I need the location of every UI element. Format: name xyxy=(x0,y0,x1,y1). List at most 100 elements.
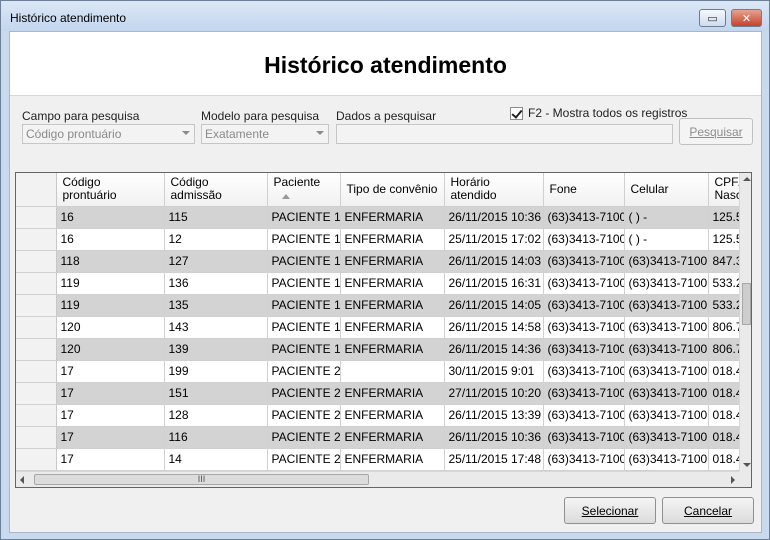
row-header[interactable] xyxy=(16,338,57,361)
scroll-left-icon[interactable] xyxy=(20,476,24,484)
table-cell: ENFERMARIA xyxy=(340,228,445,251)
table-row[interactable]: 17 151 PACIENTE 2 ENFERMARIA 27/11/2015 10:2… xyxy=(16,382,751,405)
table-cell: 119 xyxy=(56,294,165,317)
scroll-right-icon[interactable] xyxy=(731,476,735,484)
table-cell: ENFERMARIA xyxy=(340,294,445,317)
row-header[interactable] xyxy=(16,294,57,317)
results-grid[interactable]: Código prontuário Código admissão Pacien… xyxy=(15,172,752,488)
column-header[interactable]: Horário atendido xyxy=(444,173,544,207)
header-row: Código prontuário Código admissão Pacien… xyxy=(16,173,751,207)
table-row[interactable]: 119 135 PACIENTE 11 ENFERMARIA 26/11/2015 14… xyxy=(16,294,751,317)
cancel-button-label: Cancelar xyxy=(683,503,733,518)
column-header[interactable]: Código prontuário xyxy=(56,173,165,207)
table-cell: 120 xyxy=(56,338,165,361)
table-cell: 26/11/2015 13:39 xyxy=(444,404,544,427)
table-cell: (63)3413-7100 xyxy=(543,360,625,383)
row-header[interactable] xyxy=(16,426,57,449)
column-header-paciente[interactable]: Paciente xyxy=(267,173,341,207)
cancel-button[interactable]: Cancelar xyxy=(662,497,754,524)
table-cell: (63)3413-7100 xyxy=(543,404,625,427)
table-cell: ENFERMARIA xyxy=(340,448,445,471)
table-cell: (63)3413-7100 xyxy=(543,426,625,449)
row-header[interactable] xyxy=(16,316,57,339)
table-cell: PACIENTE 2 xyxy=(267,426,341,449)
table-cell: (63)3413-7100 xyxy=(624,294,709,317)
modelo-select[interactable]: Exatamente xyxy=(201,124,329,144)
table-cell: (63)3413-7100 xyxy=(543,250,625,273)
search-button[interactable]: Pesquisar xyxy=(679,118,753,145)
row-header[interactable] xyxy=(16,382,57,405)
column-header[interactable]: Celular xyxy=(624,173,709,207)
table-row[interactable]: 17 128 PACIENTE 2 ENFERMARIA 26/11/2015 13:3… xyxy=(16,404,751,427)
page-title: Histórico atendimento xyxy=(264,52,507,78)
table-cell: ENFERMARIA xyxy=(340,316,445,339)
table-row[interactable]: 16 12 PACIENTE 1 ENFERMARIA 25/11/2015 17:02… xyxy=(16,228,751,251)
table-row[interactable]: 120 143 PACIENTE 12 ENFERMARIA 26/11/2015 14… xyxy=(16,316,751,339)
scrollbar-corner xyxy=(739,471,751,487)
table-cell: 116 xyxy=(164,426,268,449)
table-cell: ENFERMARIA xyxy=(340,426,445,449)
table-cell: (63)3413-7100 xyxy=(624,250,709,273)
table-cell: 26/11/2015 14:58 xyxy=(444,316,544,339)
table-cell: ENFERMARIA xyxy=(340,272,445,295)
table-cell: 139 xyxy=(164,338,268,361)
show-all-checkbox[interactable] xyxy=(510,106,523,120)
table-row[interactable]: 17 14 PACIENTE 2 ENFERMARIA 25/11/2015 17:48… xyxy=(16,448,751,471)
table-cell: (63)3413-7100 xyxy=(543,294,625,317)
table-cell: 17 xyxy=(56,404,165,427)
dados-input[interactable] xyxy=(336,124,673,144)
restore-button[interactable]: ▭ xyxy=(699,9,726,27)
table-cell: 27/11/2015 10:20 xyxy=(444,382,544,405)
table-cell: (63)3413-7100 xyxy=(543,206,625,229)
table-cell: 135 xyxy=(164,294,268,317)
table-cell: PACIENTE 2 xyxy=(267,360,341,383)
horizontal-scroll-thumb[interactable]: III xyxy=(34,474,369,485)
table-cell: 17 xyxy=(56,360,165,383)
row-header[interactable] xyxy=(16,228,57,251)
row-header-corner xyxy=(16,173,57,207)
table-cell: 120 xyxy=(56,316,165,339)
select-button[interactable]: Selecionar xyxy=(564,497,656,524)
table-cell: 199 xyxy=(164,360,268,383)
campo-select[interactable]: Código prontuário xyxy=(22,124,195,144)
close-button[interactable]: ✕ xyxy=(731,9,762,27)
horizontal-scrollbar[interactable]: III xyxy=(16,471,739,487)
vertical-scroll-thumb[interactable] xyxy=(742,283,751,325)
table-cell: PACIENTE 10 xyxy=(267,250,341,273)
row-header[interactable] xyxy=(16,448,57,471)
table-row[interactable]: 119 136 PACIENTE 11 ENFERMARIA 26/11/2015 16… xyxy=(16,272,751,295)
table-cell: 115 xyxy=(164,206,268,229)
column-header[interactable]: Tipo de convênio xyxy=(340,173,445,207)
table-cell: (63)3413-7100 xyxy=(624,448,709,471)
title-bar[interactable]: Histórico atendimento ▭ ✕ xyxy=(1,1,769,31)
table-cell: PACIENTE 2 xyxy=(267,382,341,405)
vertical-scrollbar[interactable] xyxy=(739,173,751,471)
table-row[interactable]: 16 115 PACIENTE 1 ENFERMARIA 26/11/2015 10:3… xyxy=(16,206,751,229)
table-row[interactable]: 17 116 PACIENTE 2 ENFERMARIA 26/11/2015 10:3… xyxy=(16,426,751,449)
row-header[interactable] xyxy=(16,404,57,427)
row-header[interactable] xyxy=(16,206,57,229)
column-header[interactable]: Fone xyxy=(543,173,625,207)
table-cell: (63)3413-7100 xyxy=(543,272,625,295)
row-header[interactable] xyxy=(16,360,57,383)
campo-label: Campo para pesquisa xyxy=(22,109,140,123)
table-row[interactable]: 118 127 PACIENTE 10 ENFERMARIA 26/11/2015 14… xyxy=(16,250,751,273)
table-cell: 119 xyxy=(56,272,165,295)
table-cell: (63)3413-7100 xyxy=(624,426,709,449)
column-header[interactable]: Código admissão xyxy=(164,173,268,207)
show-all-row[interactable]: F2 - Mostra todos os registros xyxy=(510,106,687,120)
table-cell: 14 xyxy=(164,448,268,471)
table-cell: 16 xyxy=(56,228,165,251)
scroll-up-icon[interactable] xyxy=(743,177,751,181)
row-header[interactable] xyxy=(16,250,57,273)
table-cell: 26/11/2015 14:03 xyxy=(444,250,544,273)
modelo-label: Modelo para pesquisa xyxy=(201,109,320,123)
table-row[interactable]: 120 139 PACIENTE 12 ENFERMARIA 26/11/2015 14… xyxy=(16,338,751,361)
window-title: Histórico atendimento xyxy=(10,11,127,25)
table-row[interactable]: 17 199 PACIENTE 2 30/11/2015 9:01 (63)3413-7… xyxy=(16,360,751,383)
campo-select-value: Código prontuário xyxy=(26,127,122,141)
scroll-down-icon[interactable] xyxy=(743,463,751,467)
row-header[interactable] xyxy=(16,272,57,295)
chevron-down-icon xyxy=(182,131,190,135)
table-cell: 26/11/2015 14:05 xyxy=(444,294,544,317)
